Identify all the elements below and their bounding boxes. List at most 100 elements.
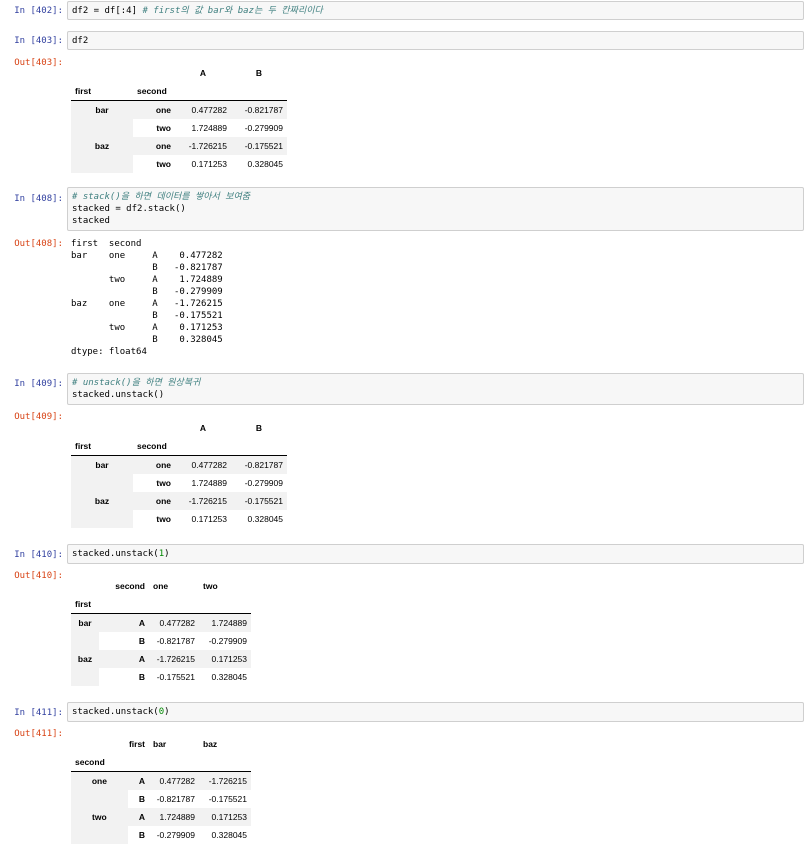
row-level1: one [133, 137, 175, 155]
cell-value: 0.328045 [211, 672, 247, 682]
cell-value: 0.171253 [199, 650, 251, 668]
table-row: two 1.724889 -0.279909 [71, 474, 287, 492]
column-header: two [203, 581, 218, 591]
cell-value: -1.726215 [149, 650, 199, 668]
cell-value: 0.477282 [149, 771, 199, 790]
code-input[interactable]: stacked.unstack(1) [67, 544, 804, 564]
corner-cell [133, 64, 175, 82]
row-level1: A [127, 771, 149, 790]
cell-value: -0.821787 [156, 636, 195, 646]
row-level1: B [138, 830, 145, 840]
table-row: one A 0.477282 -1.726215 [71, 771, 251, 790]
row-level1: two [156, 159, 171, 169]
cell-value: 0.328045 [247, 514, 283, 524]
row-level0: baz [71, 650, 99, 668]
table-row: bar one 0.477282 -0.821787 [71, 100, 287, 119]
row-level0 [71, 668, 99, 686]
index-name: first [71, 437, 133, 456]
table-row: bar A 0.477282 1.724889 [71, 613, 251, 632]
row-level0: bar [71, 613, 99, 632]
code-input[interactable]: stacked.unstack(0) [67, 702, 804, 722]
in-prompt: In [410]: [14, 550, 63, 560]
table-row: bar one 0.477282 -0.821787 [71, 455, 287, 474]
table-row: B -0.821787 -0.175521 [71, 790, 251, 808]
table-row: two A 1.724889 0.171253 [71, 808, 251, 826]
dataframe-output: A B first second bar one 0.477282 -0.821787 t… [71, 64, 287, 173]
row-level0 [71, 510, 133, 528]
cell-value: -0.821787 [231, 100, 287, 119]
row-level1: two [156, 123, 171, 133]
code-text: stacked.unstack( [72, 549, 159, 559]
dataframe-output: A B first second bar one 0.477282 -0.821787 t… [71, 419, 287, 528]
row-level0: bar [71, 455, 133, 474]
row-level1: B [138, 636, 145, 646]
column-header: A [199, 68, 207, 78]
row-level1: A [99, 650, 149, 668]
row-level1: one [133, 455, 175, 474]
code-input[interactable]: # unstack()을 하면 원상복귀 stacked.unstack() [67, 373, 804, 405]
index-name: first [71, 595, 99, 614]
series-output: first second bar one A 0.477282 B -0.821… [71, 239, 223, 357]
index-name: second [71, 753, 128, 772]
cell-value: -0.279909 [244, 123, 283, 133]
column-header: B [255, 423, 263, 433]
index-name: first [71, 82, 133, 101]
row-level0: one [71, 771, 128, 790]
in-prompt: In [403]: [14, 36, 63, 46]
table-row: baz one -1.726215 -0.175521 [71, 137, 287, 155]
column-header: baz [203, 739, 218, 749]
row-level0 [71, 474, 133, 492]
table-row: two 0.171253 0.328045 [71, 510, 287, 528]
row-level1: one [133, 100, 175, 119]
cell-value: 1.724889 [199, 613, 251, 632]
code-text: ) [164, 549, 170, 559]
cell-value: 1.724889 [191, 123, 227, 133]
code-input[interactable]: df2 [67, 31, 804, 50]
row-level0: bar [71, 100, 133, 119]
code-text: df2 = df[:4] [72, 6, 143, 16]
in-prompt: In [408]: [14, 194, 63, 204]
cell-value: -0.279909 [244, 478, 283, 488]
column-header: bar [153, 739, 167, 749]
code-text: stacked [72, 216, 110, 226]
cell-value: -0.279909 [156, 830, 195, 840]
row-level0: baz [71, 492, 133, 510]
code-comment: # stack()을 하면 데이터를 쌓아서 보여줌 [72, 192, 251, 202]
row-level1: B [138, 794, 145, 804]
code-text: ) [164, 707, 170, 717]
column-header: A [199, 423, 207, 433]
row-level0 [71, 826, 128, 844]
row-level1: one [133, 492, 175, 510]
dataframe-output: first bar baz second one A 0.477282 -1.726215… [71, 735, 251, 844]
table-row: baz A -1.726215 0.171253 [71, 650, 251, 668]
code-input[interactable]: # stack()을 하면 데이터를 쌓아서 보여줌 stacked = df2… [67, 187, 804, 231]
row-level0: baz [71, 137, 133, 155]
column-header: B [255, 68, 263, 78]
code-text: stacked.unstack() [72, 390, 165, 400]
table-row: B -0.279909 0.328045 [71, 826, 251, 844]
row-level0 [71, 155, 133, 173]
row-level0: two [71, 808, 128, 826]
column-header: one [153, 581, 169, 591]
row-level1: two [156, 514, 171, 524]
code-text: stacked = df2.stack() [72, 204, 186, 214]
index-name: second [133, 82, 175, 101]
row-level0 [71, 790, 128, 808]
cell-value: 0.171253 [191, 159, 227, 169]
row-level1: B [138, 672, 145, 682]
cell-value: 0.328045 [211, 830, 247, 840]
out-prompt: Out[403]: [14, 58, 63, 68]
table-row: B -0.821787 -0.279909 [71, 632, 251, 650]
out-prompt: Out[410]: [14, 571, 63, 581]
code-input[interactable]: df2 = df[:4] # first의 값 bar와 baz는 두 칸짜리이… [67, 1, 804, 20]
corner-cell [71, 64, 133, 82]
column-level-name: first [128, 739, 145, 749]
cell-value: -1.726215 [199, 771, 251, 790]
cell-value: -0.175521 [231, 137, 287, 155]
row-level0 [71, 632, 99, 650]
cell-value: -1.726215 [175, 492, 231, 510]
in-prompt: In [409]: [14, 379, 63, 389]
cell-value: 1.724889 [191, 478, 227, 488]
index-name: second [133, 437, 175, 456]
table-row: two 1.724889 -0.279909 [71, 119, 287, 137]
